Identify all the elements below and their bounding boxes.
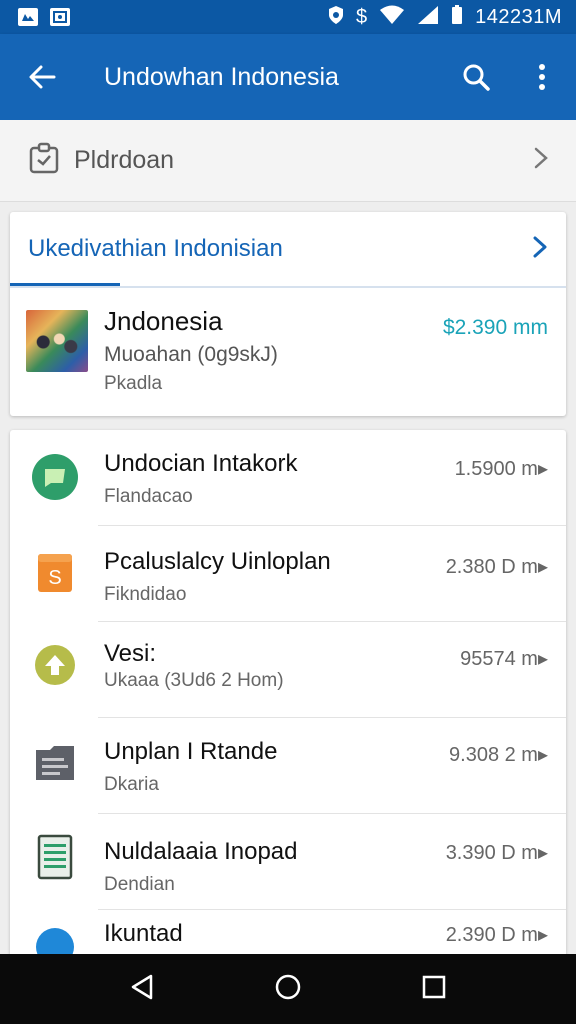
notepad-icon — [30, 832, 80, 882]
featured-item[interactable]: Jndonesia Muoahan (0g9skJ) Pkadla $2.390… — [10, 288, 566, 395]
upload-icon — [30, 640, 80, 690]
list-item-subtitle: Ukaaa (3Ud6 2 Hom) — [104, 670, 284, 691]
signal-icon — [417, 5, 439, 30]
featured-subtitle: Muoahan (0g9skJ) — [104, 343, 278, 366]
list-item[interactable]: Unplan I Rtande Dkaria 9.308 2 m▸ — [10, 718, 566, 814]
nav-home-button[interactable] — [274, 973, 302, 1006]
wifi-icon — [379, 5, 405, 30]
notification-icon — [18, 8, 38, 26]
list-item-text: Undocian Intakork Flandacao — [104, 450, 297, 508]
status-right: $ 142231M — [328, 4, 562, 30]
chat-icon — [30, 452, 80, 502]
app-bar: Undowhan Indonesia — [0, 34, 576, 120]
list-item[interactable]: Undocian Intakork Flandacao 1.5900 m▸ — [10, 430, 566, 526]
back-icon — [132, 974, 153, 999]
card-header[interactable]: Ukedivathian Indonisian — [10, 212, 566, 286]
list-item-subtitle: Fikndidao — [104, 584, 187, 605]
list-item[interactable]: Vesi: Ukaaa (3Ud6 2 Hom) 95574 m▸ — [10, 622, 566, 718]
list-item-subtitle: Dendian — [104, 874, 175, 895]
home-icon — [275, 974, 301, 999]
list-item-title: Vesi: — [104, 640, 157, 667]
back-button[interactable] — [24, 59, 60, 95]
more-options-button[interactable] — [526, 61, 558, 93]
card-header-title: Ukedivathian Indonisian — [28, 235, 283, 262]
list-item-text: Vesi: Ukaaa (3Ud6 2 Hom) — [104, 640, 284, 692]
shield-icon — [328, 5, 344, 30]
list-item-value: 2.390 D m▸ — [445, 924, 548, 946]
list-item-subtitle: Flandacao — [104, 486, 193, 507]
search-icon — [463, 64, 490, 91]
featured-thumbnail — [26, 310, 88, 372]
app-actions — [460, 61, 558, 93]
list-item-value: 2.380 D m▸ — [445, 556, 548, 578]
chevron-right-icon — [534, 147, 548, 174]
status-time: 142231M — [475, 5, 562, 28]
featured-text: Jndonesia Muoahan (0g9skJ) Pkadla — [104, 306, 443, 395]
tab-indicator — [10, 283, 120, 286]
list-item-text: Nuldalaaia Inopad Dendian — [104, 838, 298, 896]
featured-card: Ukedivathian Indonisian Jndonesia Muoaha… — [10, 212, 566, 416]
status-bar: $ 142231M — [0, 0, 576, 34]
svg-text:S: S — [48, 567, 61, 589]
dollar-icon: $ — [355, 5, 368, 28]
list-item-title: Ikuntad — [104, 920, 183, 947]
list-card: Undocian Intakork Flandacao 1.5900 m▸ S … — [10, 430, 566, 960]
list-item-title: Nuldalaaia Inopad — [104, 838, 298, 865]
more-vert-icon — [539, 64, 545, 90]
search-button[interactable] — [460, 61, 492, 93]
folder-icon — [30, 738, 80, 788]
list-item-text: Pcaluslalcy Uinloplan Fikndidao — [104, 548, 331, 606]
list-item-value: 95574 m▸ — [460, 648, 548, 670]
list-item[interactable]: S Pcaluslalcy Uinloplan Fikndidao 2.380 … — [10, 526, 566, 622]
list-item[interactable]: Nuldalaaia Inopad Dendian 3.390 D m▸ — [10, 814, 566, 910]
list-item-value: 9.308 2 m▸ — [449, 744, 548, 766]
list-item-subtitle: Dkaria — [104, 774, 159, 795]
list-item-title: Pcaluslalcy Uinloplan — [104, 548, 331, 575]
nav-back-button[interactable] — [129, 973, 155, 1006]
featured-meta: Pkadla — [104, 373, 163, 394]
featured-title: Jndonesia — [104, 306, 223, 336]
category-label: Pldrdoan — [74, 146, 175, 174]
list-item-text: Ikuntad — [104, 920, 183, 948]
battery-icon — [451, 4, 463, 30]
list-item-text: Unplan I Rtande Dkaria — [104, 738, 277, 796]
list-item-value: 1.5900 m▸ — [454, 458, 548, 480]
nav-recents-button[interactable] — [421, 974, 447, 1005]
featured-price: $2.390 mm — [442, 316, 548, 339]
list-item[interactable]: Ikuntad 2.390 D m▸ — [10, 910, 566, 960]
status-left — [18, 8, 70, 26]
page-title: Undowhan Indonesia — [104, 62, 339, 91]
list-item-value: 3.390 D m▸ — [445, 842, 548, 864]
recents-icon — [422, 975, 445, 998]
arrow-back-icon — [29, 65, 56, 89]
list-item-title: Unplan I Rtande — [104, 738, 278, 765]
clipboard-icon — [28, 142, 60, 179]
document-icon: S — [30, 548, 80, 598]
notification-icon — [50, 8, 70, 26]
list-item-title: Undocian Intakork — [104, 450, 298, 477]
navigation-bar — [0, 954, 576, 1024]
category-row[interactable]: Pldrdoan — [0, 120, 576, 202]
chevron-right-icon — [532, 235, 548, 264]
